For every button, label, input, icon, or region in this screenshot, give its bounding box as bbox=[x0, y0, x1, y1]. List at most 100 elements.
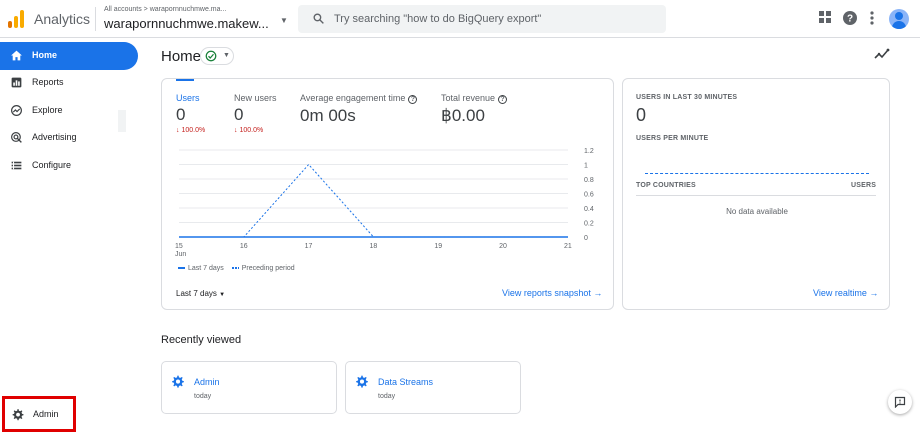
chevron-down-icon[interactable]: ▼ bbox=[280, 16, 288, 25]
no-data-message: No data available bbox=[726, 207, 788, 216]
y-tick-label: 0 bbox=[584, 235, 588, 242]
date-range-label: Last 7 days bbox=[176, 289, 217, 298]
sidebar-item-label: Admin bbox=[33, 409, 59, 419]
metric-label: New users bbox=[234, 93, 277, 103]
metric-users[interactable]: Users 0 ↓ 100.0% bbox=[176, 93, 205, 134]
sidebar: Home Reports Explore Advertising Configu… bbox=[0, 38, 140, 440]
header-divider bbox=[95, 7, 96, 31]
y-tick-label: 1.2 bbox=[584, 148, 594, 155]
view-realtime-link[interactable]: View realtime → bbox=[813, 288, 878, 298]
top-bar: Analytics All accounts > warapornnuchmwe… bbox=[0, 0, 920, 38]
sidebar-item-admin[interactable]: Admin bbox=[2, 396, 76, 432]
date-range-dropdown[interactable]: Last 7 days ▼ bbox=[176, 289, 225, 298]
series-line-preceding-period bbox=[179, 163, 568, 238]
x-tick-label: 16 bbox=[240, 243, 248, 250]
advertising-icon bbox=[11, 132, 22, 143]
search-bar[interactable]: Try searching "how to do BigQuery export… bbox=[298, 5, 666, 33]
sidebar-item-configure[interactable]: Configure bbox=[0, 152, 138, 180]
sidebar-item-label: Home bbox=[32, 50, 58, 60]
analytics-logo[interactable] bbox=[8, 10, 26, 28]
x-tick-label: 21 bbox=[564, 243, 572, 250]
recent-item-title: Data Streams bbox=[378, 377, 434, 387]
metric-delta: ↓ 100.0% bbox=[176, 127, 206, 134]
metric-label: Average engagement time bbox=[300, 93, 406, 103]
svg-text:?: ? bbox=[847, 14, 853, 25]
realtime-card: USERS IN LAST 30 MINUTES 0 USERS PER MIN… bbox=[622, 78, 890, 310]
metric-avg-engagement[interactable]: Average engagement time? 0m 00s bbox=[300, 93, 418, 126]
metric-value: 0 bbox=[234, 105, 244, 124]
y-tick-label: 0.2 bbox=[584, 221, 594, 228]
top-countries-header: TOP COUNTRIES bbox=[636, 182, 696, 189]
configure-icon bbox=[11, 161, 22, 170]
users-header: USERS bbox=[851, 182, 877, 189]
metric-tab-indicator bbox=[176, 79, 194, 81]
x-tick-label: 15 bbox=[175, 243, 183, 250]
reports-icon bbox=[11, 77, 22, 88]
home-icon bbox=[11, 50, 22, 61]
y-tick-label: 0.6 bbox=[584, 192, 594, 199]
help-icon[interactable]: ? bbox=[408, 95, 418, 104]
search-input[interactable]: Try searching "how to do BigQuery export… bbox=[334, 13, 541, 25]
more-vert-icon[interactable] bbox=[869, 11, 875, 25]
sidebar-item-label: Explore bbox=[32, 105, 63, 115]
y-tick-label: 0.8 bbox=[584, 177, 594, 184]
recent-item-data-streams[interactable]: Data Streams today bbox=[345, 361, 521, 414]
link-label: View reports snapshot bbox=[502, 288, 591, 298]
arrow-right-icon: → bbox=[593, 288, 603, 298]
gear-icon bbox=[12, 409, 24, 421]
insights-icon[interactable] bbox=[874, 48, 890, 60]
sidebar-item-label: Advertising bbox=[32, 132, 77, 142]
x-tick-label: 20 bbox=[499, 243, 507, 250]
chart-legend: Last 7 days Preceding period bbox=[178, 265, 295, 272]
legend-label: Preceding period bbox=[241, 265, 295, 272]
legend-label: Last 7 days bbox=[188, 265, 224, 272]
apps-grid-icon[interactable] bbox=[819, 11, 831, 23]
feedback-button[interactable] bbox=[888, 390, 912, 414]
metric-label: Users bbox=[176, 93, 200, 103]
recent-item-time: today bbox=[194, 393, 212, 400]
overview-card: Users 0 ↓ 100.0% New users 0 ↓ 100.0% Av… bbox=[161, 78, 614, 310]
metric-delta: ↓ 100.0% bbox=[234, 127, 264, 134]
x-tick-label: 19 bbox=[434, 243, 442, 250]
app-name: Analytics bbox=[34, 11, 91, 27]
recent-item-time: today bbox=[378, 393, 396, 400]
metric-value: ฿0.00 bbox=[441, 106, 485, 125]
scrollbar[interactable] bbox=[118, 110, 126, 132]
sidebar-item-reports[interactable]: Reports bbox=[0, 69, 138, 97]
link-label: View realtime bbox=[813, 288, 867, 298]
x-tick-label: 17 bbox=[305, 243, 313, 250]
recent-item-admin[interactable]: Admin today bbox=[161, 361, 337, 414]
avatar[interactable] bbox=[889, 9, 909, 29]
gear-icon bbox=[356, 375, 368, 388]
users-line-chart: 0 0.2 0.4 0.6 0.8 1 1.2 15 16 17 18 19 20 21 Jun bbox=[175, 148, 594, 258]
divider bbox=[636, 195, 876, 196]
legend-swatch-dashed bbox=[231, 267, 239, 270]
account-selector[interactable]: warapornnuchmwe.makew... bbox=[104, 16, 269, 31]
x-tick-label: 18 bbox=[370, 243, 378, 250]
help-icon[interactable]: ? bbox=[498, 95, 508, 104]
recent-item-title: Admin bbox=[194, 377, 220, 387]
check-circle-icon bbox=[205, 50, 217, 62]
metric-new-users[interactable]: New users 0 ↓ 100.0% bbox=[234, 93, 277, 134]
metric-total-revenue[interactable]: Total revenue? ฿0.00 bbox=[441, 93, 508, 126]
realtime-value: 0 bbox=[636, 105, 647, 125]
recently-viewed-title: Recently viewed bbox=[161, 334, 242, 346]
sidebar-item-label: Reports bbox=[32, 77, 64, 87]
users-per-minute-bars bbox=[645, 173, 869, 174]
realtime-title: USERS IN LAST 30 MINUTES bbox=[636, 94, 738, 101]
status-dropdown[interactable]: ▼ bbox=[200, 47, 234, 65]
arrow-right-icon: → bbox=[869, 288, 879, 298]
account-breadcrumb[interactable]: All accounts > warapornnuchmwe.ma... bbox=[104, 6, 226, 13]
x-tick-sublabel: Jun bbox=[175, 251, 186, 258]
help-icon[interactable]: ? bbox=[843, 11, 857, 25]
chevron-down-icon: ▼ bbox=[223, 52, 230, 59]
y-tick-label: 1 bbox=[584, 163, 588, 170]
gear-icon bbox=[172, 375, 184, 388]
page-title: Home bbox=[161, 48, 202, 65]
sidebar-item-home[interactable]: Home bbox=[0, 42, 138, 70]
y-tick-label: 0.4 bbox=[584, 206, 594, 213]
chevron-down-icon: ▼ bbox=[219, 292, 226, 298]
view-reports-snapshot-link[interactable]: View reports snapshot → bbox=[502, 288, 602, 298]
metric-value: 0m 00s bbox=[300, 106, 356, 125]
metric-label: Total revenue bbox=[441, 93, 496, 103]
